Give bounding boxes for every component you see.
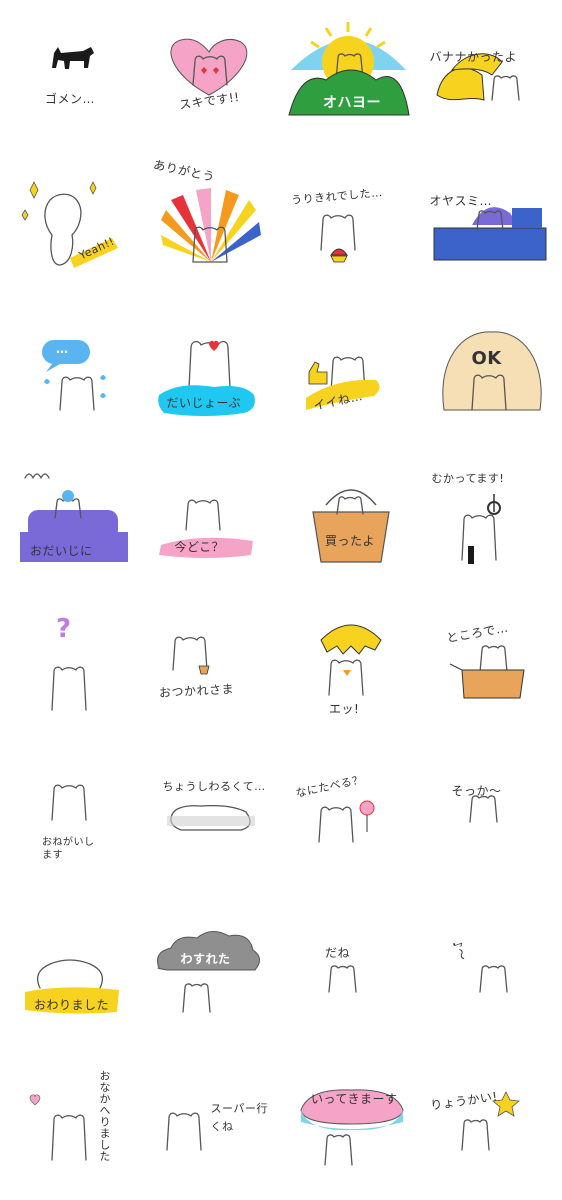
sticker-label: エッ! (329, 702, 360, 716)
sticker-label: おわりました (34, 998, 110, 1012)
sticker-label: 今どこ？ (174, 540, 225, 554)
sticker-ett[interactable]: エッ! (281, 600, 422, 750)
sticker-arigato[interactable]: ありがとう (141, 150, 282, 300)
sticker-nanitaberu[interactable]: なにたべる？ (281, 750, 422, 900)
sticker-label: おねがいします (42, 837, 95, 861)
sticker-banana[interactable]: バナナかったよ (422, 0, 562, 150)
sticker-imadoko[interactable]: 今どこ？ (141, 450, 282, 600)
sticker-owarimashita[interactable]: おわりました (0, 900, 141, 1050)
sticker-supa[interactable]: スーパー行くね (141, 1050, 282, 1200)
sticker-label: オヤスミ… (429, 194, 493, 208)
sticker-label: … (56, 342, 69, 356)
sticker-mukattemasu[interactable]: むかってます! (422, 450, 562, 600)
sticker-sokka[interactable]: そっか～ (422, 750, 562, 900)
sticker-label: ? (56, 614, 72, 644)
sticker-label: スーパー行くね (210, 1102, 268, 1133)
sticker-label: だね (325, 946, 351, 960)
sticker-grid: ゴメン… スキです!! オハヨー バナナかったよ Yeah!! ありがとう うり… (0, 0, 562, 1200)
sticker-iine[interactable]: イイね… (281, 300, 422, 450)
sticker-ok[interactable]: OK (422, 300, 562, 450)
sticker-ohayo[interactable]: オハヨー (281, 0, 422, 150)
sticker-wasureta[interactable]: わすれた (141, 900, 282, 1050)
sticker-ryoukai[interactable]: りょうかい! (422, 1050, 562, 1200)
sticker-onakaherimashita[interactable]: おなかへりました (0, 1050, 141, 1200)
sticker-label: だいじょーぶ (166, 396, 242, 410)
sticker-label: おだいじに (30, 544, 93, 558)
sticker-label: オハヨー (323, 95, 381, 111)
sticker-label: むかってます! (431, 472, 505, 485)
sticker-gomen[interactable]: ゴメン… (0, 0, 141, 150)
sticker-kattayo[interactable]: 買ったよ (281, 450, 422, 600)
sticker-music[interactable]: ♪～ (422, 900, 562, 1050)
sticker-oyasumi[interactable]: オヤスミ… (422, 150, 562, 300)
sticker-urikire[interactable]: うりきれでした… (281, 150, 422, 300)
sticker-dane[interactable]: だね (281, 900, 422, 1050)
sticker-ittekimasu[interactable]: いってきまーす (281, 1050, 422, 1200)
sticker-label: いってきまーす (311, 1092, 398, 1106)
sticker-otsukaresama[interactable]: おつかれさま (141, 600, 282, 750)
sticker-onegaishimasu[interactable]: おねがいします (0, 750, 141, 900)
sticker-label: ゴメン… (45, 92, 96, 106)
sticker-tokorode[interactable]: ところで… (422, 600, 562, 750)
sticker-yeah[interactable]: Yeah!! (0, 150, 141, 300)
sticker-label: わすれた (180, 952, 231, 966)
sticker-suki[interactable]: スキです!! (141, 0, 282, 150)
sticker-label: ちょうしわるくて… (162, 780, 266, 793)
sticker-label: 買ったよ (325, 534, 376, 548)
sticker-label: そっか～ (451, 784, 502, 798)
sticker-label: バナナかったよ (429, 50, 518, 64)
sticker-label: おなかへりました (98, 1070, 111, 1162)
sticker-dots[interactable]: … (0, 300, 141, 450)
sticker-daijobu[interactable]: だいじょーぶ (141, 300, 282, 450)
sticker-odaijini[interactable]: おだいじに (0, 450, 141, 600)
sticker-choushiwarukute[interactable]: ちょうしわるくて… (141, 750, 282, 900)
sticker-label: OK (471, 348, 502, 369)
sticker-question[interactable]: ? (0, 600, 141, 750)
